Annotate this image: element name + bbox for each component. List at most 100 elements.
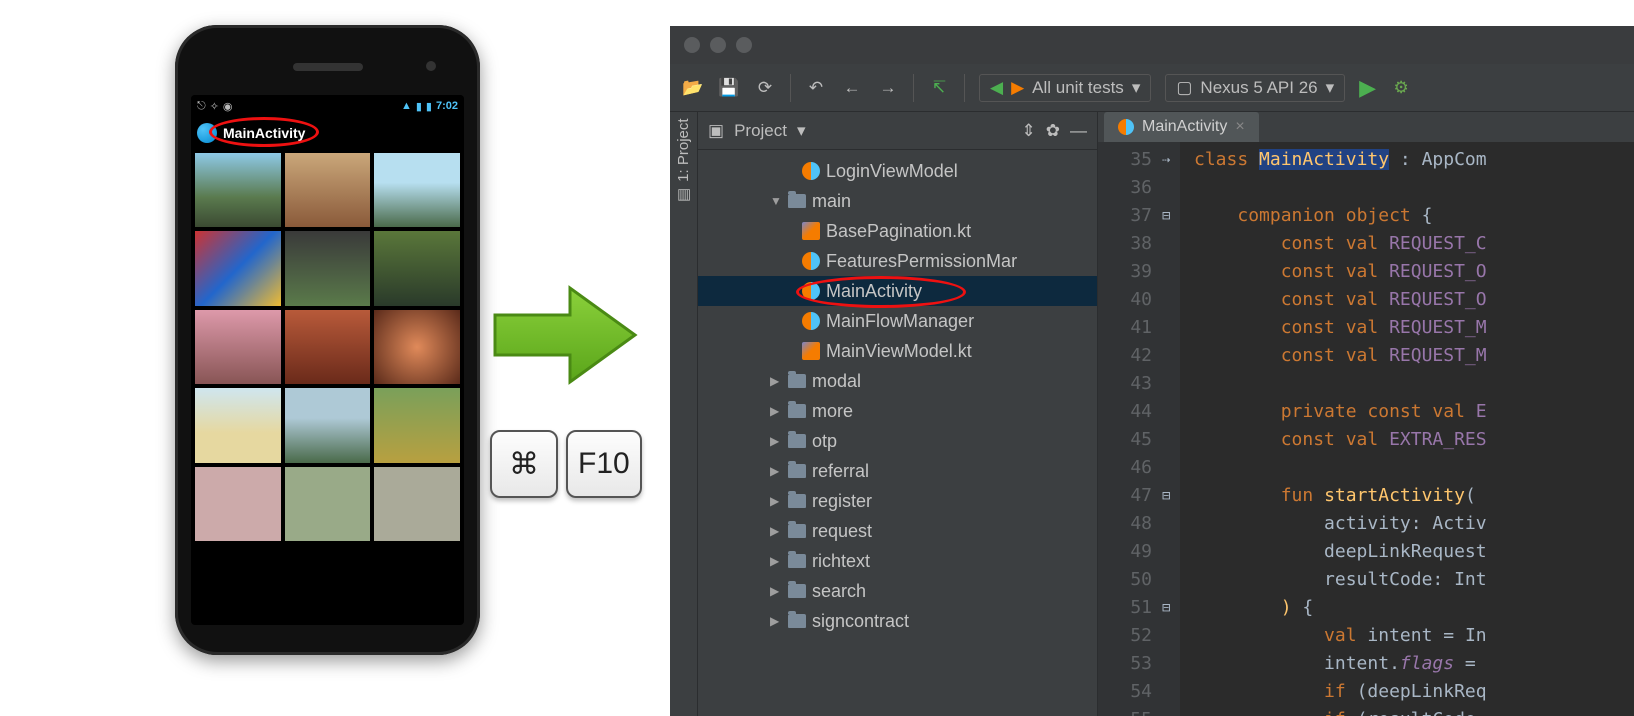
tree-file[interactable]: BasePagination.kt (698, 216, 1097, 246)
ide-window: 📂 💾 ⟳ ↶ ← → ↸ ◀▶ All unit tests ▾ ▢ Nexu… (670, 26, 1634, 716)
f10-key: F10 (566, 430, 642, 498)
signal-icon: ▮ (416, 100, 422, 113)
tree-folder[interactable]: ▶otp (698, 426, 1097, 456)
thumbnail[interactable] (195, 231, 281, 305)
tree-file[interactable]: LoginViewModel (698, 156, 1097, 186)
folder-icon (788, 464, 806, 478)
run-button-icon[interactable]: ▶ (1359, 75, 1376, 101)
line-gutter: 3536373839404142434445464748495051525354… (1098, 142, 1162, 716)
tree-folder[interactable]: ▶search (698, 576, 1097, 606)
folder-icon (788, 434, 806, 448)
app-bar: MainActivity (191, 117, 464, 149)
kotlin-class-icon (802, 282, 820, 300)
project-panel: ▣ Project ▾ ⇕ ✿ — LoginViewModel ▼main B… (698, 112, 1098, 716)
save-icon[interactable]: 💾 (718, 77, 740, 99)
editor: MainActivity × 3536373839404142434445464… (1098, 112, 1634, 716)
thumbnail[interactable] (374, 388, 460, 462)
tree-file[interactable]: FeaturesPermissionMar (698, 246, 1097, 276)
project-view-label[interactable]: Project (734, 121, 787, 141)
folder-icon (788, 524, 806, 538)
status-bar: ⎋✧◉ ▲ ▮ ▮ 7:02 (191, 95, 464, 117)
hammer-icon[interactable]: ↸ (928, 77, 950, 99)
kotlin-class-icon (802, 252, 820, 270)
tree-folder[interactable]: ▶richtext (698, 546, 1097, 576)
editor-tab-label: MainActivity (1142, 118, 1227, 136)
tree-folder[interactable]: ▶modal (698, 366, 1097, 396)
editor-tab-mainactivity[interactable]: MainActivity × (1104, 112, 1259, 142)
editor-tabs: MainActivity × (1098, 112, 1634, 142)
device-dropdown[interactable]: ▢ Nexus 5 API 26 ▾ (1165, 74, 1345, 102)
thumbnail[interactable] (374, 231, 460, 305)
tree-folder[interactable]: ▶register (698, 486, 1097, 516)
thumbnail[interactable] (285, 153, 371, 227)
tree-folder[interactable]: ▶more (698, 396, 1097, 426)
tree-folder[interactable]: ▶signcontract (698, 606, 1097, 636)
gutter-marks: ⇢ ⊟ ⊟ ⊟ (1162, 142, 1180, 716)
battery-icon: ▮ (426, 100, 432, 113)
maximize-window-icon[interactable] (736, 37, 752, 53)
back-icon[interactable]: ← (841, 77, 863, 99)
tool-window-stripe[interactable]: ▤ 1: Project (670, 112, 698, 716)
folder-icon (788, 584, 806, 598)
tree-folder[interactable]: ▶request (698, 516, 1097, 546)
thumbnail[interactable] (195, 388, 281, 462)
debug-icon: ✧ (210, 100, 219, 113)
command-key: ⌘ (490, 430, 558, 498)
code-area[interactable]: 3536373839404142434445464748495051525354… (1098, 142, 1634, 716)
chevron-right-icon: ▶ (770, 374, 782, 388)
kotlin-class-icon (802, 162, 820, 180)
device-icon: ▢ (1176, 78, 1192, 98)
tree-file[interactable]: MainFlowManager (698, 306, 1097, 336)
phone-screen: ⎋✧◉ ▲ ▮ ▮ 7:02 MainActivity (191, 95, 464, 625)
kotlin-file-icon (802, 222, 820, 240)
phone-camera (426, 61, 436, 71)
project-tree: LoginViewModel ▼main BasePagination.kt F… (698, 150, 1097, 642)
thumbnail[interactable] (285, 467, 371, 541)
sync-icon[interactable]: ⟳ (754, 77, 776, 99)
chevron-right-icon: ▶ (770, 584, 782, 598)
keyboard-shortcut: ⌘ F10 (490, 430, 642, 498)
folder-icon (788, 554, 806, 568)
chevron-right-icon: ▶ (770, 434, 782, 448)
photo-grid (191, 149, 464, 545)
chevron-right-icon: ▶ (770, 494, 782, 508)
thumbnail[interactable] (285, 388, 371, 462)
minimize-panel-icon[interactable]: — (1070, 121, 1087, 141)
thumbnail[interactable] (374, 310, 460, 384)
tree-file-mainactivity[interactable]: MainActivity (698, 276, 1097, 306)
project-tool-icon: ▤ (674, 188, 692, 202)
source-code[interactable]: class MainActivity : AppCom companion ob… (1180, 142, 1634, 716)
undo-icon[interactable]: ↶ (805, 77, 827, 99)
thumbnail[interactable] (195, 467, 281, 541)
thumbnail[interactable] (285, 231, 371, 305)
thumbnail[interactable] (285, 310, 371, 384)
project-tool-label: 1: Project (675, 118, 692, 181)
thumbnail[interactable] (374, 153, 460, 227)
folder-icon (788, 404, 806, 418)
minimize-window-icon[interactable] (710, 37, 726, 53)
thumbnail[interactable] (374, 467, 460, 541)
tree-folder-main[interactable]: ▼main (698, 186, 1097, 216)
thumbnail[interactable] (195, 153, 281, 227)
chevron-right-icon: ▶ (770, 524, 782, 538)
ide-toolbar: 📂 💾 ⟳ ↶ ← → ↸ ◀▶ All unit tests ▾ ▢ Nexu… (670, 64, 1634, 112)
run-config-dropdown[interactable]: ◀▶ All unit tests ▾ (979, 74, 1151, 102)
forward-icon[interactable]: → (877, 77, 899, 99)
wifi-icon: ▲ (401, 100, 412, 112)
phone-speaker (293, 63, 363, 71)
tree-file[interactable]: MainViewModel.kt (698, 336, 1097, 366)
clock: 7:02 (436, 100, 458, 112)
folder-icon (788, 374, 806, 388)
thumbnail[interactable] (195, 310, 281, 384)
debug-icon[interactable]: ⚙ (1390, 77, 1412, 99)
kotlin-file-icon (802, 342, 820, 360)
folder-icon (788, 194, 806, 208)
collapse-icon[interactable]: ⇕ (1022, 121, 1036, 141)
tree-folder[interactable]: ▶referral (698, 456, 1097, 486)
open-icon[interactable]: 📂 (682, 77, 704, 99)
close-tab-icon[interactable]: × (1235, 118, 1244, 136)
close-window-icon[interactable] (684, 37, 700, 53)
gear-icon[interactable]: ✿ (1046, 121, 1060, 141)
chevron-right-icon: ▶ (770, 404, 782, 418)
kotlin-class-icon (802, 312, 820, 330)
